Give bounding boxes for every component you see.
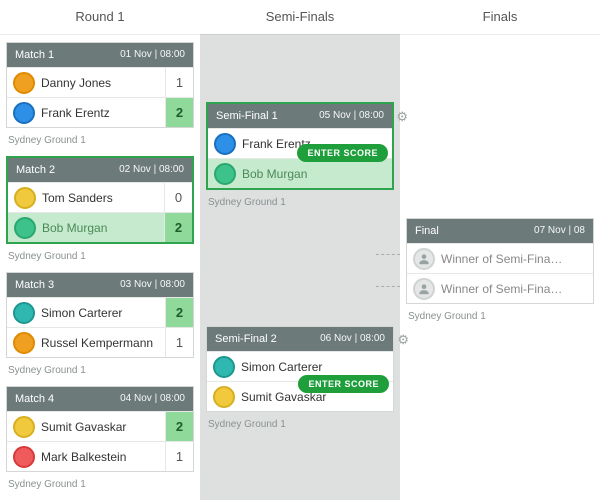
match-datetime: 07 Nov | 08 [534,219,585,243]
score-cell[interactable]: 2 [165,298,193,327]
score-cell[interactable]: 2 [165,412,193,441]
column-round1: Round 1 Match 1 01 Nov | 08:00 Danny Jon… [0,0,200,500]
person-icon [413,278,435,300]
match-title: Semi-Final 1 [216,104,278,128]
player-name: Mark Balkestein [41,450,165,464]
player-name: Bob Murgan [42,221,164,235]
player-row[interactable]: Danny Jones 1 [7,67,193,97]
column-finals: Finals Final 07 Nov | 08 Winner of Semi-… [400,0,600,500]
column-header-round1: Round 1 [0,0,200,34]
player-name: Winner of Semi-Fina… [441,252,593,266]
player-row[interactable]: Simon Carterer 2 [7,297,193,327]
player-row[interactable]: Frank Erentz 2 [7,97,193,127]
avatar [13,102,35,124]
player-name: Simon Carterer [41,306,165,320]
venue-label: Sydney Ground 1 [406,308,594,332]
score-cell[interactable]: 1 [165,68,193,97]
venue-label: Sydney Ground 1 [6,362,194,386]
match-card[interactable]: Match 4 04 Nov | 08:00 Sumit Gavaskar 2 … [6,386,194,472]
match-title: Semi-Final 2 [215,327,277,351]
venue-label: Sydney Ground 1 [6,132,194,156]
match-title: Final [415,219,439,243]
match-card[interactable]: ⚙ Semi-Final 2 06 Nov | 08:00 Simon Cart… [206,326,394,412]
avatar [14,217,36,239]
player-name: Bob Murgan [242,167,392,181]
player-name: Winner of Semi-Fina… [441,282,593,296]
score-cell[interactable]: 1 [165,442,193,471]
player-row[interactable]: Bob Murgan [208,158,392,188]
player-name: Tom Sanders [42,191,164,205]
player-row[interactable]: Sumit Gavaskar 2 [7,411,193,441]
score-cell[interactable]: 2 [165,98,193,127]
match-datetime: 02 Nov | 08:00 [119,158,184,182]
player-row[interactable]: Mark Balkestein 1 [7,441,193,471]
match-datetime: 05 Nov | 08:00 [319,104,384,128]
match-card[interactable]: Match 1 01 Nov | 08:00 Danny Jones 1 Fra… [6,42,194,128]
match-title: Match 2 [16,158,55,182]
avatar [214,163,236,185]
match-card[interactable]: Match 3 03 Nov | 08:00 Simon Carterer 2 … [6,272,194,358]
player-name: Frank Erentz [41,106,165,120]
avatar [13,416,35,438]
player-row[interactable]: Winner of Semi-Fina… [407,273,593,303]
venue-label: Sydney Ground 1 [206,194,394,218]
venue-label: Sydney Ground 1 [6,476,194,500]
score-cell[interactable]: 0 [164,183,192,212]
avatar [213,386,235,408]
person-icon [413,248,435,270]
column-semifinals: Semi-Finals ⚙ Semi-Final 1 05 Nov | 08:0… [200,0,400,500]
match-title: Match 3 [15,273,54,297]
score-cell[interactable]: 1 [165,328,193,357]
match-title: Match 1 [15,43,54,67]
avatar [14,187,36,209]
avatar [214,133,236,155]
player-row[interactable]: Winner of Semi-Fina… [407,243,593,273]
avatar [213,356,235,378]
match-datetime: 03 Nov | 08:00 [120,273,185,297]
enter-score-button[interactable]: ENTER SCORE [297,144,388,162]
match-card[interactable]: Match 2 02 Nov | 08:00 Tom Sanders 0 Bob… [6,156,194,244]
column-header-semifinals: Semi-Finals [200,0,400,34]
match-card[interactable]: Final 07 Nov | 08 Winner of Semi-Fina… W… [406,218,594,304]
avatar [13,446,35,468]
venue-label: Sydney Ground 1 [6,248,194,272]
avatar [13,332,35,354]
match-card[interactable]: ⚙ Semi-Final 1 05 Nov | 08:00 Frank Eren… [206,102,394,190]
player-name: Russel Kempermann [41,336,165,350]
player-row[interactable]: Bob Murgan 2 [8,212,192,242]
match-datetime: 04 Nov | 08:00 [120,387,185,411]
column-header-finals: Finals [400,0,600,34]
avatar [13,302,35,324]
player-row[interactable]: Tom Sanders 0 [8,182,192,212]
match-datetime: 01 Nov | 08:00 [120,43,185,67]
player-row[interactable]: Russel Kempermann 1 [7,327,193,357]
match-datetime: 06 Nov | 08:00 [320,327,385,351]
score-cell[interactable]: 2 [164,213,192,242]
player-name: Simon Carterer [241,360,393,374]
avatar [13,72,35,94]
venue-label: Sydney Ground 1 [206,416,394,440]
player-name: Sumit Gavaskar [41,420,165,434]
player-name: Danny Jones [41,76,165,90]
enter-score-button[interactable]: ENTER SCORE [298,375,389,393]
match-title: Match 4 [15,387,54,411]
